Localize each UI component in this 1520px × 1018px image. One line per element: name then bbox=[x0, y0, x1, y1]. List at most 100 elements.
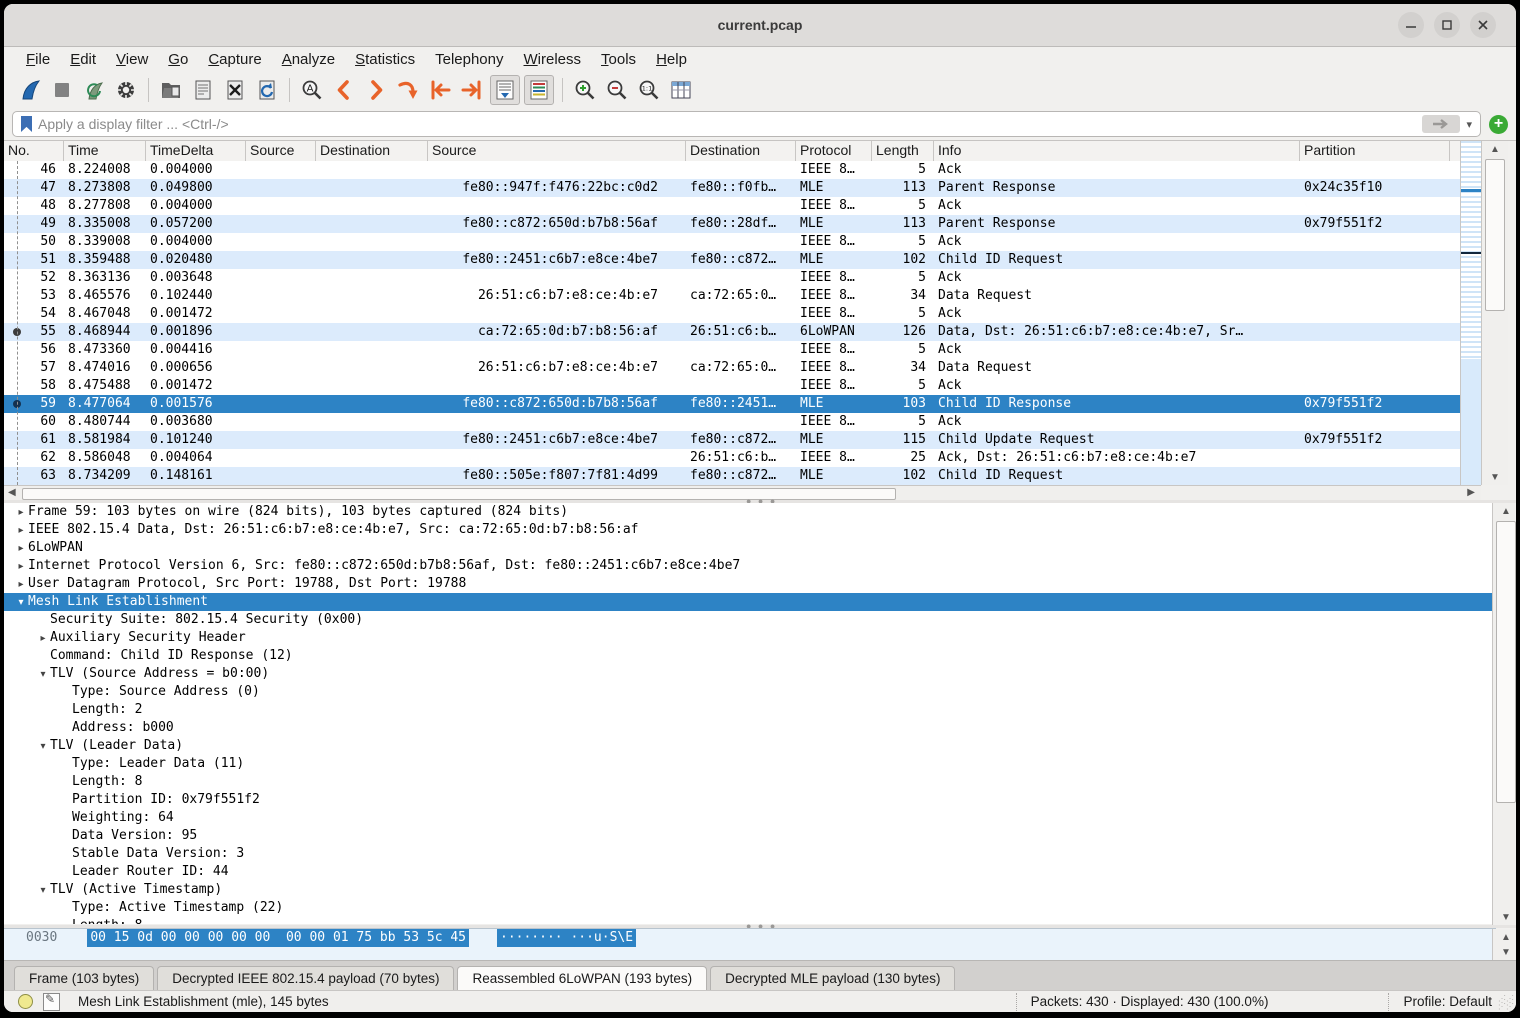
collapse-icon[interactable]: ▾ bbox=[36, 737, 50, 755]
column-header-source[interactable]: Source bbox=[428, 141, 686, 161]
packet-list-hscrollbar[interactable]: ◀ ▶ bbox=[4, 485, 1481, 501]
details-scrollbar[interactable]: ▲ ▼ bbox=[1492, 503, 1516, 925]
expert-info-icon[interactable] bbox=[18, 994, 33, 1009]
detail-line[interactable]: ▾Mesh Link Establishment bbox=[4, 593, 1496, 611]
detail-line[interactable]: ▸Frame 59: 103 bytes on wire (824 bits),… bbox=[4, 503, 1496, 521]
byte-tab[interactable]: Frame (103 bytes) bbox=[14, 966, 154, 991]
packet-row[interactable]: 468.2240080.004000IEEE 8…5Ack bbox=[4, 161, 1460, 179]
expand-icon[interactable]: ▸ bbox=[14, 521, 28, 539]
scroll-down-icon[interactable]: ▼ bbox=[1482, 469, 1508, 485]
expand-icon[interactable]: ▸ bbox=[36, 629, 50, 647]
filter-dropdown-icon[interactable]: ▾ bbox=[1466, 118, 1472, 131]
packet-row[interactable]: 478.2738080.049800fe80::947f:f476:22bc:c… bbox=[4, 179, 1460, 197]
scroll-left-icon[interactable]: ◀ bbox=[8, 487, 16, 498]
zoom-original-icon[interactable]: 1:1 bbox=[635, 76, 663, 104]
menu-edit[interactable]: Edit bbox=[60, 49, 106, 70]
detail-line[interactable]: ▾TLV (Source Address = b0:00) bbox=[4, 665, 1496, 683]
packet-row[interactable]: 488.2778080.004000IEEE 8…5Ack bbox=[4, 197, 1460, 215]
byte-tab[interactable]: Decrypted IEEE 802.15.4 payload (70 byte… bbox=[157, 966, 454, 991]
scrollbar-thumb[interactable] bbox=[1496, 521, 1516, 803]
zoom-in-icon[interactable] bbox=[571, 76, 599, 104]
detail-line[interactable]: Type: Active Timestamp (22) bbox=[4, 899, 1496, 917]
detail-line[interactable]: Leader Router ID: 44 bbox=[4, 863, 1496, 881]
packet-row[interactable]: 558.4689440.001896ca:72:65:0d:b7:b8:56:a… bbox=[4, 323, 1460, 341]
scroll-right-icon[interactable]: ▶ bbox=[1467, 487, 1475, 498]
detail-line[interactable]: Command: Child ID Response (12) bbox=[4, 647, 1496, 665]
menu-telephony[interactable]: Telephony bbox=[425, 49, 513, 70]
scroll-up-icon[interactable]: ▲ bbox=[1493, 503, 1516, 519]
detail-line[interactable]: Data Version: 95 bbox=[4, 827, 1496, 845]
expand-icon[interactable]: ▸ bbox=[14, 575, 28, 593]
packet-list-minimap[interactable] bbox=[1460, 141, 1481, 485]
last-packet-icon[interactable] bbox=[458, 76, 486, 104]
maximize-icon[interactable] bbox=[1434, 12, 1460, 38]
previous-packet-icon[interactable] bbox=[330, 76, 358, 104]
first-packet-icon[interactable] bbox=[426, 76, 454, 104]
reload-file-icon[interactable] bbox=[253, 76, 281, 104]
apply-filter-button[interactable] bbox=[1422, 115, 1460, 133]
detail-line[interactable]: Weighting: 64 bbox=[4, 809, 1496, 827]
detail-line[interactable]: Length: 8 bbox=[4, 773, 1496, 791]
packet-row[interactable]: 638.7342090.148161fe80::505e:f807:7f81:4… bbox=[4, 467, 1460, 485]
packet-row[interactable]: 528.3631360.003648IEEE 8…5Ack bbox=[4, 269, 1460, 287]
resize-columns-icon[interactable] bbox=[667, 76, 695, 104]
column-header-length[interactable]: Length bbox=[872, 141, 934, 161]
filter-bookmark-icon[interactable] bbox=[21, 116, 32, 132]
hex-scrollbar[interactable]: ▲ ▼ bbox=[1492, 929, 1516, 960]
detail-line[interactable]: ▸User Datagram Protocol, Src Port: 19788… bbox=[4, 575, 1496, 593]
scroll-down-icon[interactable]: ▼ bbox=[1493, 944, 1516, 960]
colorize-icon[interactable] bbox=[524, 75, 554, 105]
menu-file[interactable]: File bbox=[16, 49, 60, 70]
column-header-time[interactable]: Time bbox=[64, 141, 146, 161]
status-profile[interactable]: Profile: Default bbox=[1403, 994, 1492, 1009]
hex-row[interactable]: 0030 00 15 0d 00 00 00 00 00 00 00 01 75… bbox=[4, 929, 1496, 947]
restart-capture-icon[interactable] bbox=[80, 76, 108, 104]
scroll-up-icon[interactable]: ▲ bbox=[1482, 141, 1508, 157]
packet-bytes-pane[interactable]: 0030 00 15 0d 00 00 00 00 00 00 00 01 75… bbox=[4, 928, 1496, 961]
collapse-icon[interactable]: ▾ bbox=[36, 665, 50, 683]
next-packet-icon[interactable] bbox=[362, 76, 390, 104]
expand-icon[interactable]: ▸ bbox=[14, 557, 28, 575]
column-header-destination[interactable]: Destination bbox=[316, 141, 428, 161]
menu-view[interactable]: View bbox=[106, 49, 158, 70]
detail-line[interactable]: Type: Leader Data (11) bbox=[4, 755, 1496, 773]
detail-line[interactable]: ▸IEEE 802.15.4 Data, Dst: 26:51:c6:b7:e8… bbox=[4, 521, 1496, 539]
auto-scroll-icon[interactable] bbox=[490, 75, 520, 105]
minimize-icon[interactable] bbox=[1398, 12, 1424, 38]
detail-line[interactable]: ▸6LoWPAN bbox=[4, 539, 1496, 557]
detail-line[interactable]: Security Suite: 802.15.4 Security (0x00) bbox=[4, 611, 1496, 629]
add-filter-button[interactable]: + bbox=[1489, 115, 1508, 134]
menu-capture[interactable]: Capture bbox=[198, 49, 271, 70]
packet-row[interactable]: 548.4670480.001472IEEE 8…5Ack bbox=[4, 305, 1460, 323]
packet-row[interactable]: 628.5860480.00406426:51:c6:b…IEEE 8…25Ac… bbox=[4, 449, 1460, 467]
collapse-icon[interactable]: ▾ bbox=[36, 881, 50, 899]
detail-line[interactable]: ▸Internet Protocol Version 6, Src: fe80:… bbox=[4, 557, 1496, 575]
menu-analyze[interactable]: Analyze bbox=[272, 49, 345, 70]
menu-wireless[interactable]: Wireless bbox=[514, 49, 592, 70]
stop-capture-icon[interactable] bbox=[48, 76, 76, 104]
column-header-partition[interactable]: Partition bbox=[1300, 141, 1450, 161]
detail-line[interactable]: Address: b000 bbox=[4, 719, 1496, 737]
packet-row[interactable]: 618.5819840.101240fe80::2451:c6b7:e8ce:4… bbox=[4, 431, 1460, 449]
column-header-info[interactable]: Info bbox=[934, 141, 1300, 161]
detail-line[interactable]: ▾TLV (Active Timestamp) bbox=[4, 881, 1496, 899]
packet-row[interactable]: 568.4733600.004416IEEE 8…5Ack bbox=[4, 341, 1460, 359]
scroll-down-icon[interactable]: ▼ bbox=[1493, 909, 1516, 925]
scrollbar-thumb[interactable] bbox=[1485, 159, 1505, 311]
display-filter-input[interactable]: Apply a display filter ... <Ctrl-/> ▾ bbox=[12, 111, 1481, 137]
resize-grip[interactable]: ⋰⋰⋰⋰⋰⋰ bbox=[1498, 997, 1512, 1011]
packet-row[interactable]: 508.3390080.004000IEEE 8…5Ack bbox=[4, 233, 1460, 251]
save-file-icon[interactable] bbox=[189, 76, 217, 104]
packet-list-scrollbar[interactable]: ▲ ▼ bbox=[1481, 141, 1508, 485]
zoom-out-icon[interactable] bbox=[603, 76, 631, 104]
open-file-icon[interactable] bbox=[157, 76, 185, 104]
find-packet-icon[interactable]: A bbox=[298, 76, 326, 104]
packet-row[interactable]: 498.3350080.057200fe80::c872:650d:b7b8:5… bbox=[4, 215, 1460, 233]
close-icon[interactable] bbox=[1470, 12, 1496, 38]
detail-line[interactable]: Length: 2 bbox=[4, 701, 1496, 719]
column-header-destination[interactable]: Destination bbox=[686, 141, 796, 161]
byte-tab[interactable]: Reassembled 6LoWPAN (193 bytes) bbox=[457, 966, 707, 991]
column-header-protocol[interactable]: Protocol bbox=[796, 141, 872, 161]
menu-statistics[interactable]: Statistics bbox=[345, 49, 425, 70]
packet-row[interactable]: 578.4740160.00065626:51:c6:b7:e8:ce:4b:e… bbox=[4, 359, 1460, 377]
